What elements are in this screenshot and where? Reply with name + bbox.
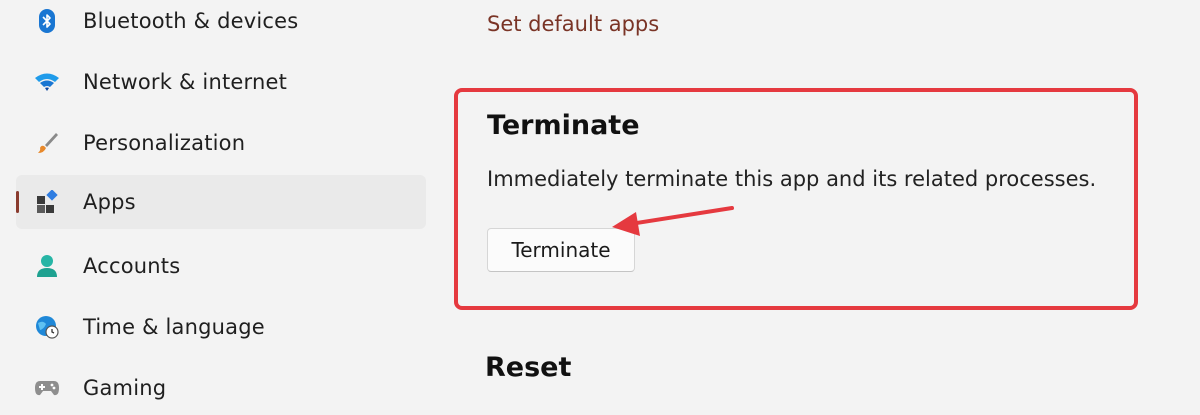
sidebar-item-apps[interactable]: Apps xyxy=(16,175,426,229)
terminate-section-title: Terminate xyxy=(487,110,640,141)
sidebar-item-network-internet[interactable]: Network & internet xyxy=(16,55,426,109)
sidebar-item-time-language[interactable]: Time & language xyxy=(16,300,426,354)
settings-sidebar: Bluetooth & devices Network & internet P… xyxy=(0,0,440,412)
selection-indicator xyxy=(16,191,19,213)
set-default-apps-link[interactable]: Set default apps xyxy=(487,12,659,36)
sidebar-item-label: Apps xyxy=(83,190,136,214)
gamepad-icon xyxy=(34,375,60,401)
sidebar-item-personalization[interactable]: Personalization xyxy=(16,116,426,170)
sidebar-item-label: Bluetooth & devices xyxy=(83,9,299,33)
globe-clock-icon xyxy=(34,314,60,340)
apps-icon xyxy=(34,189,60,215)
brush-icon xyxy=(34,130,60,156)
sidebar-item-label: Time & language xyxy=(83,315,265,339)
annotation-arrow-icon xyxy=(612,206,734,236)
sidebar-item-gaming[interactable]: Gaming xyxy=(16,361,426,415)
sidebar-item-accounts[interactable]: Accounts xyxy=(16,239,426,293)
terminate-section-description: Immediately terminate this app and its r… xyxy=(487,167,1097,191)
sidebar-item-bluetooth-devices[interactable]: Bluetooth & devices xyxy=(16,0,426,48)
sidebar-item-label: Personalization xyxy=(83,131,246,155)
sidebar-item-label: Gaming xyxy=(83,376,167,400)
reset-section-title: Reset xyxy=(485,352,572,383)
person-icon xyxy=(34,253,60,279)
bluetooth-icon xyxy=(34,8,60,34)
sidebar-item-label: Network & internet xyxy=(83,70,288,94)
sidebar-item-label: Accounts xyxy=(83,254,181,278)
wifi-icon xyxy=(34,69,60,95)
